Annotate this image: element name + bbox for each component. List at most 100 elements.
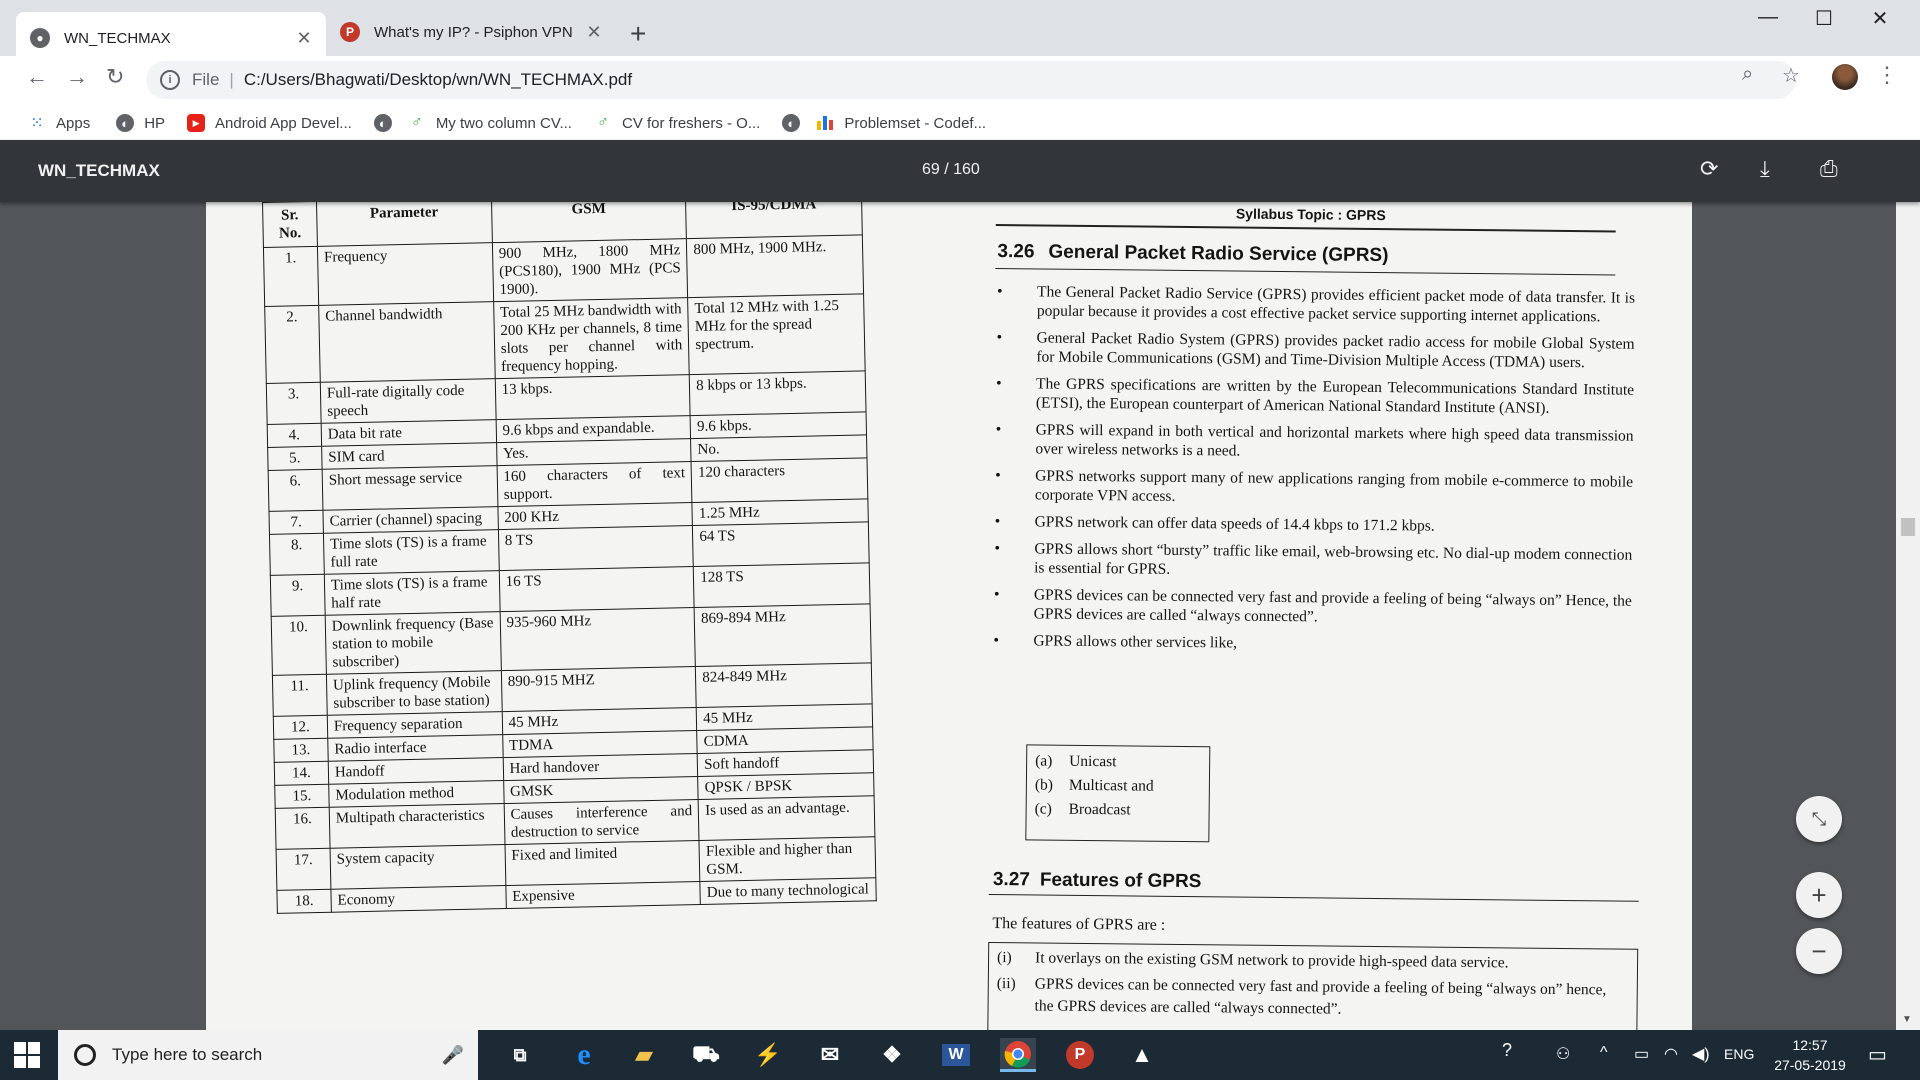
photos-icon[interactable]: ▲: [1124, 1038, 1160, 1072]
table-cell-sr-no: 2.: [264, 305, 321, 384]
tab-title: WN_TECHMAX: [64, 29, 171, 47]
new-tab-button[interactable]: +: [630, 18, 646, 50]
pdf-toolbar: WN_TECHMAX 69 / 160 ⟳ ⤓ ⎙: [0, 140, 1920, 202]
volume-icon[interactable]: ◀): [1692, 1044, 1710, 1064]
list-item: (c) Broadcast: [1035, 797, 1201, 823]
reload-icon[interactable]: ↻: [106, 64, 124, 90]
dropbox-icon[interactable]: ❖: [874, 1038, 910, 1072]
address-bar[interactable]: i File | C:/Users/Bhagwati/Desktop/wn/WN…: [146, 61, 1796, 99]
zoom-in-button[interactable]: +: [1796, 872, 1842, 918]
divider: [988, 893, 1639, 902]
microphone-icon[interactable]: 🎤: [442, 1045, 464, 1066]
table-cell-cdma: Due to many technological: [700, 877, 877, 905]
edge-icon[interactable]: e: [566, 1038, 602, 1072]
gprs-bullet-list: The General Packet Radio Service (GPRS) …: [991, 282, 1635, 665]
browser-toolbar: ← → ↻ i File | C:/Users/Bhagwati/Desktop…: [0, 56, 1920, 106]
taskbar-search[interactable]: Type here to search 🎤: [58, 1030, 478, 1080]
bookmarks-bar: ⁙ Apps ◐ HP ▶ Android App Devel... ◐ ♂ M…: [0, 106, 1920, 140]
forward-icon[interactable]: →: [66, 64, 88, 90]
section-number: 3.26: [997, 241, 1035, 263]
divider: |: [229, 70, 234, 89]
bookmark-codeforces[interactable]: Problemset - Codef...: [816, 114, 986, 132]
scroll-down-icon[interactable]: ▼: [1902, 1014, 1912, 1025]
header-gsm: GSM: [491, 202, 687, 243]
table-cell-parameter: Downlink frequency (Base station to mobi…: [325, 611, 502, 675]
table-body: 1. Frequency 900 MHz, 1800 MHz (PCS180), 1…: [263, 234, 877, 914]
bookmark-label: Apps: [56, 114, 91, 132]
word-icon[interactable]: W: [938, 1038, 974, 1072]
maximize-button[interactable]: ☐: [1796, 6, 1852, 31]
tab-psiphon[interactable]: P What's my IP? - Psiphon VPN ✕: [326, 10, 616, 54]
table-cell-sr-no: 12.: [273, 715, 328, 740]
scrollbar-thumb[interactable]: [1901, 518, 1915, 536]
section-title: Features of GPRS: [1039, 869, 1202, 893]
download-icon[interactable]: ⤓: [1760, 156, 1770, 182]
item-text: Broadcast: [1068, 800, 1131, 819]
syllabus-topic: Syllabus Topic : GPRS: [1235, 205, 1386, 224]
close-window-button[interactable]: ✕: [1852, 6, 1908, 31]
windows-taskbar: Type here to search 🎤 ⧉ e ▰ ⛟ ⚡ ✉ ❖ W P …: [0, 1030, 1920, 1080]
system-clock[interactable]: 12:57 27-05-2019: [1770, 1035, 1850, 1075]
vscode-icon[interactable]: ⚡: [750, 1038, 786, 1072]
people-icon[interactable]: ⚇: [1556, 1044, 1570, 1064]
star-icon[interactable]: ☆: [1782, 63, 1800, 88]
page-indicator[interactable]: 69 / 160: [922, 161, 980, 179]
menu-icon[interactable]: ⋮: [1876, 62, 1898, 88]
bookmark-label: HP: [144, 114, 166, 132]
bookmark-globe[interactable]: ◐: [782, 114, 810, 132]
wifi-icon[interactable]: ◠: [1664, 1044, 1678, 1064]
table-cell-gsm: 890-915 MHZ: [501, 666, 697, 712]
language-indicator[interactable]: ENG: [1724, 1046, 1754, 1062]
psiphon-icon[interactable]: P: [1062, 1038, 1098, 1072]
item-text: It overlays on the existing GSM network …: [1034, 949, 1509, 972]
chrome-icon[interactable]: [1000, 1038, 1036, 1072]
features-intro: The features of GPRS are :: [992, 915, 1166, 934]
zoom-icon[interactable]: ⌕: [1742, 63, 1753, 86]
windows-start-icon[interactable]: [14, 1042, 42, 1070]
table-cell-parameter: Frequency: [317, 242, 494, 306]
bookmark-android[interactable]: ▶ Android App Devel...: [187, 114, 352, 132]
bookmark-cv-two-column[interactable]: ♂ My two column CV...: [408, 114, 572, 132]
store-icon[interactable]: ⛟: [688, 1038, 724, 1072]
item-text: GPRS devices can be connected very fast …: [1034, 975, 1607, 1018]
file-explorer-icon[interactable]: ▰: [626, 1038, 662, 1072]
pdf-viewport[interactable]: Sr. No. Parameter GSM IS-95/CDMA 1. Frequ…: [0, 202, 1896, 1030]
globe-icon: ◐: [116, 114, 135, 132]
task-view-icon[interactable]: ⧉: [502, 1038, 538, 1072]
back-icon[interactable]: ←: [26, 64, 48, 90]
list-item: GPRS will expand in both vertical and ho…: [993, 420, 1633, 465]
help-icon[interactable]: ?: [1502, 1040, 1512, 1061]
print-icon[interactable]: ⎙: [1820, 156, 1838, 182]
bookmark-apps[interactable]: ⁙ Apps: [28, 114, 91, 133]
battery-icon[interactable]: ▭: [1634, 1044, 1649, 1064]
globe-icon: ◐: [373, 114, 392, 132]
bookmark-cv-freshers[interactable]: ♂ CV for freshers - O...: [594, 114, 760, 132]
item-label: (c): [1034, 800, 1052, 818]
minimize-button[interactable]: —: [1740, 6, 1796, 29]
list-item: GPRS devices can be connected very fast …: [992, 585, 1632, 630]
notifications-icon[interactable]: ▭: [1868, 1042, 1887, 1067]
zoom-out-button[interactable]: −: [1796, 928, 1842, 974]
divider: [995, 223, 1616, 233]
bookmark-hp[interactable]: ◐ HP: [116, 114, 165, 132]
table-cell-gsm: Causes interference and destruction to s…: [503, 799, 700, 845]
profile-avatar[interactable]: [1832, 64, 1858, 90]
info-icon[interactable]: i: [160, 70, 180, 90]
bookmark-label: My two column CV...: [435, 114, 572, 132]
mail-icon[interactable]: ✉: [812, 1038, 848, 1072]
bookmark-label: CV for freshers - O...: [621, 114, 761, 132]
table-cell-parameter: Time slots (TS) is a frame full rate: [323, 529, 499, 575]
scheme-label: File: [192, 70, 220, 89]
chevron-up-icon[interactable]: ^: [1600, 1044, 1608, 1062]
close-tab-icon[interactable]: ✕: [292, 28, 316, 49]
fit-page-button[interactable]: ⤡: [1796, 796, 1842, 842]
table-cell-parameter: Multipath characteristics: [329, 803, 505, 849]
table-cell-parameter: Time slots (TS) is a frame half rate: [324, 570, 500, 616]
close-tab-icon[interactable]: ✕: [582, 22, 606, 43]
bookmark-globe[interactable]: ◐: [373, 114, 402, 132]
vertical-scrollbar[interactable]: ▲ ▼: [1896, 140, 1920, 1030]
tab-strip: ● WN_TECHMAX ✕ P What's my IP? - Psiphon…: [0, 0, 1920, 64]
rotate-icon[interactable]: ⟳: [1700, 156, 1718, 182]
youtube-icon: ▶: [187, 114, 206, 132]
pdf-title: WN_TECHMAX: [38, 161, 160, 180]
